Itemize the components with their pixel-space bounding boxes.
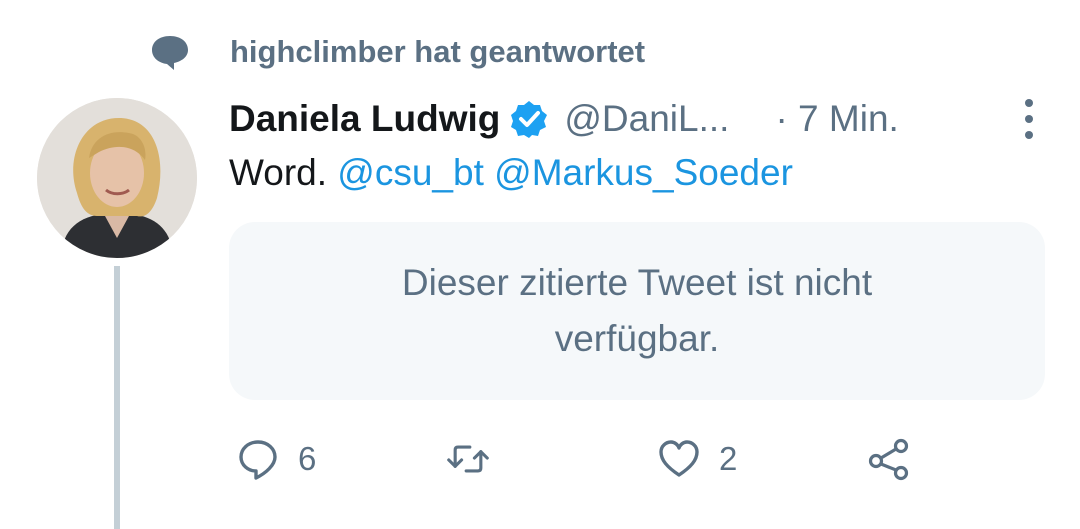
author-handle[interactable]: @DaniL...: [564, 98, 729, 140]
tweet-text: Word. @csu_bt @Markus_Soeder: [229, 152, 793, 194]
author-name[interactable]: Daniela Ludwig: [229, 98, 500, 140]
quoted-tweet-unavailable: Dieser zitierte Tweet ist nicht verfügba…: [229, 222, 1045, 400]
like-button[interactable]: 2: [657, 437, 737, 481]
more-options-icon[interactable]: [1014, 96, 1044, 142]
heart-icon: [659, 440, 699, 477]
tweet-text-plain: Word.: [229, 152, 328, 193]
speech-bubble-icon: [152, 36, 188, 70]
like-count: 2: [719, 440, 738, 477]
tweet-header: Daniela Ludwig @DaniL... · 7 Min.: [229, 94, 1049, 144]
quoted-tweet-message: Dieser zitierte Tweet ist nicht verfügba…: [401, 262, 873, 359]
reply-count: 6: [298, 440, 317, 477]
retweet-button[interactable]: [446, 437, 490, 481]
share-icon: [868, 438, 909, 481]
verified-badge-icon: [511, 101, 548, 138]
retweet-icon: [447, 445, 489, 473]
avatar[interactable]: [37, 98, 197, 258]
mention-link-markus-soeder[interactable]: @Markus_Soeder: [494, 152, 793, 193]
thread-line: [114, 266, 120, 529]
mention-link-csu-bt[interactable]: @csu_bt: [337, 152, 484, 193]
reply-icon: [239, 440, 277, 480]
share-button[interactable]: [866, 437, 910, 481]
tweet-time[interactable]: · 7 Min.: [775, 98, 898, 140]
reply-button[interactable]: 6: [236, 437, 316, 481]
tweet-actions: 6 2: [0, 437, 1080, 487]
social-context-text: highclimber hat geantwortet: [230, 34, 646, 69]
avatar-image: [37, 98, 197, 258]
social-context[interactable]: highclimber hat geantwortet: [150, 30, 645, 74]
